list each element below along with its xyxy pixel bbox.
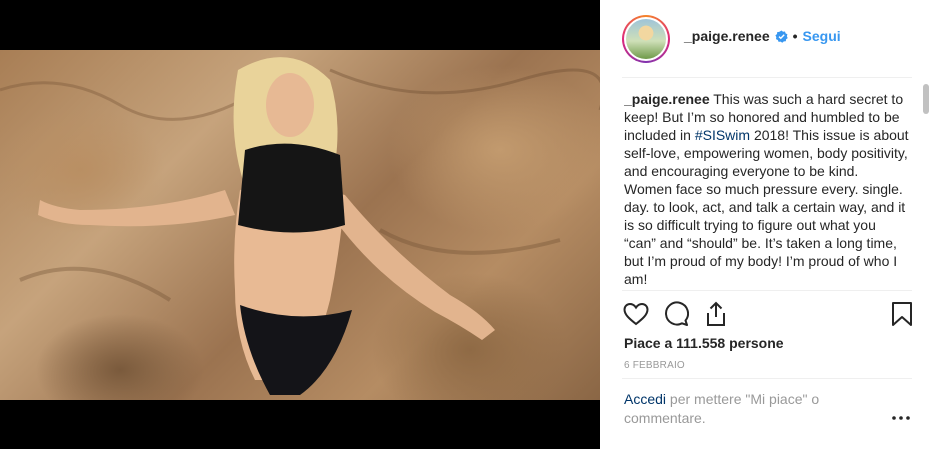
heart-icon: [623, 302, 649, 326]
action-bar: [622, 300, 914, 328]
post-header: _paige.renee • Segui: [600, 0, 932, 78]
likes-count[interactable]: Piace a 111.558 persone: [624, 335, 784, 351]
scrollbar-thumb[interactable]: [923, 84, 929, 114]
post-details-panel: _paige.renee • Segui _paige.renee This w…: [600, 0, 932, 449]
media-pane: [0, 0, 600, 449]
login-prompt: Accedi per mettere "Mi piace" o commenta…: [624, 390, 874, 428]
header-divider: [622, 77, 912, 78]
like-button[interactable]: [622, 300, 650, 328]
verified-icon: [775, 30, 788, 43]
share-button[interactable]: [702, 300, 730, 328]
avatar: [626, 19, 666, 59]
post-photo[interactable]: [0, 50, 600, 400]
separator-dot: •: [792, 28, 798, 44]
more-options-button[interactable]: [890, 410, 912, 426]
actions-divider: [622, 290, 912, 291]
login-link[interactable]: Accedi: [624, 391, 666, 407]
caption-scrollbar[interactable]: [922, 82, 930, 292]
post-username[interactable]: _paige.renee: [684, 28, 770, 44]
caption-text-after: 2018! This issue is about self-love, emp…: [624, 127, 909, 287]
comment-button[interactable]: [662, 300, 690, 328]
photo-illustration: [0, 57, 600, 395]
post-date[interactable]: 6 FEBBRAIO: [624, 360, 685, 371]
caption-scroll-area[interactable]: _paige.renee This was such a hard secret…: [624, 90, 910, 290]
caption-hashtag[interactable]: #SISwim: [695, 127, 750, 143]
share-icon: [707, 301, 725, 326]
follow-button[interactable]: Segui: [803, 28, 841, 44]
comment-icon: [665, 301, 689, 326]
save-button[interactable]: [888, 300, 916, 328]
more-options-icon: [892, 416, 910, 420]
avatar-story-ring[interactable]: [622, 15, 670, 63]
post-caption: _paige.renee This was such a hard secret…: [624, 90, 910, 288]
bottom-divider: [622, 378, 912, 379]
caption-username[interactable]: _paige.renee: [624, 91, 710, 107]
bookmark-icon: [892, 302, 912, 326]
